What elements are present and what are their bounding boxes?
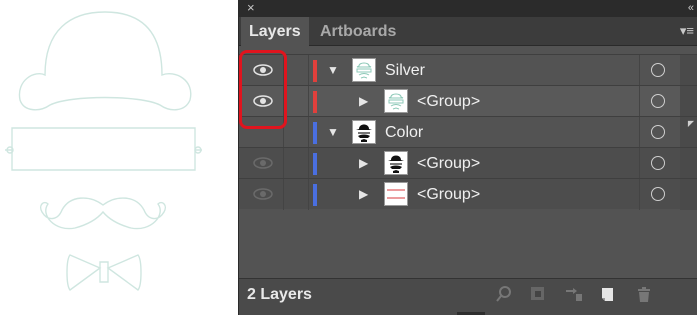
- target-circle-icon[interactable]: [651, 156, 665, 170]
- layer-row-group[interactable]: ▶ <Group>: [239, 178, 697, 210]
- layer-row-color[interactable]: ▼ Color ◤: [239, 116, 697, 148]
- layer-name[interactable]: Color: [385, 117, 423, 148]
- layer-count-label: 2 Layers: [247, 286, 312, 303]
- lock-toggle[interactable]: [283, 179, 309, 210]
- new-layer-icon[interactable]: [599, 285, 617, 303]
- expand-triangle-icon[interactable]: ▶: [359, 157, 368, 169]
- make-clipping-mask-icon[interactable]: [529, 285, 547, 303]
- layer-name[interactable]: <Group>: [417, 179, 480, 210]
- bowtie-shape: [66, 254, 142, 291]
- eye-icon: [253, 157, 273, 169]
- target-circle-icon[interactable]: [651, 63, 665, 77]
- scrollbar-track[interactable]: ◤: [680, 117, 697, 148]
- panel-footer: 2 Layers: [239, 278, 697, 315]
- target-circle-icon[interactable]: [651, 125, 665, 139]
- delete-icon[interactable]: [635, 285, 653, 303]
- layer-thumbnail: [384, 182, 408, 206]
- artboard-canvas: [0, 0, 238, 315]
- layer-thumbnail: [352, 58, 376, 82]
- layer-color-bar: [313, 122, 317, 144]
- tab-layers[interactable]: Layers: [241, 17, 309, 46]
- visibility-highlight-annotation: [239, 50, 287, 129]
- banner-shape: [11, 127, 196, 171]
- scroll-up-icon[interactable]: ◤: [688, 119, 694, 128]
- scrollbar-track[interactable]: [680, 179, 697, 210]
- layer-name[interactable]: Silver: [385, 55, 425, 86]
- scrollbar-track[interactable]: [680, 148, 697, 179]
- hat-shape: [18, 11, 192, 111]
- collapse-icon[interactable]: «: [688, 0, 694, 16]
- eye-icon: [253, 188, 273, 200]
- layer-name[interactable]: <Group>: [417, 148, 480, 179]
- layer-thumbnail: [384, 89, 408, 113]
- visibility-toggle[interactable]: [247, 179, 281, 210]
- mustache-shape: [39, 197, 167, 230]
- layers-panel: × « Layers Artboards ▾≡ ▼ Silver ▶ <Grou…: [238, 0, 697, 315]
- expand-triangle-icon[interactable]: ▼: [327, 126, 339, 138]
- target-circle-icon[interactable]: [651, 94, 665, 108]
- hipster-artwork: [5, 11, 202, 291]
- layer-row-group[interactable]: ▶ <Group>: [239, 147, 697, 179]
- layer-thumbnail: [384, 151, 408, 175]
- layer-thumbnail: [352, 120, 376, 144]
- layer-row-group[interactable]: ▶ <Group>: [239, 85, 697, 117]
- scrollbar-track[interactable]: [680, 86, 697, 117]
- lock-toggle[interactable]: [283, 148, 309, 179]
- layer-color-bar: [313, 60, 317, 82]
- target-circle-icon[interactable]: [651, 187, 665, 201]
- layer-color-bar: [313, 184, 317, 206]
- scrollbar-track[interactable]: [680, 55, 697, 86]
- layer-color-bar: [313, 91, 317, 113]
- panel-titlebar: × «: [239, 0, 697, 17]
- tab-artboards[interactable]: Artboards: [312, 17, 404, 46]
- expand-triangle-icon[interactable]: ▼: [327, 64, 339, 76]
- expand-triangle-icon[interactable]: ▶: [359, 95, 368, 107]
- locate-object-icon[interactable]: [495, 285, 513, 303]
- layer-row-silver[interactable]: ▼ Silver: [239, 54, 697, 86]
- panel-menu-icon[interactable]: ▾≡: [680, 23, 694, 39]
- close-icon[interactable]: ×: [247, 0, 255, 16]
- layer-color-bar: [313, 153, 317, 175]
- panel-tabbar: Layers Artboards ▾≡: [239, 17, 697, 46]
- visibility-toggle[interactable]: [247, 148, 281, 179]
- layer-name[interactable]: <Group>: [417, 86, 480, 117]
- expand-triangle-icon[interactable]: ▶: [359, 188, 368, 200]
- create-sublayer-icon[interactable]: [565, 285, 583, 303]
